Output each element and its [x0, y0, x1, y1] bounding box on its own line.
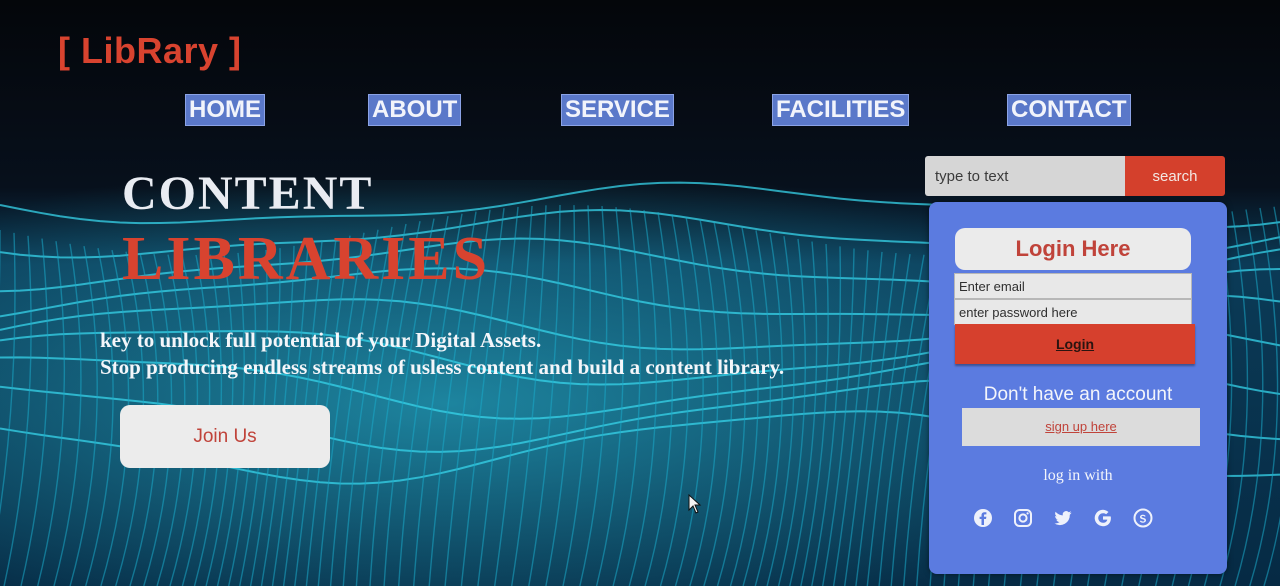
hero-tagline-line2: Stop producing endless streams of usless…	[100, 355, 785, 379]
mouse-cursor-icon	[688, 494, 702, 514]
nav-home[interactable]: HOME	[185, 94, 265, 126]
main-nav: HOME ABOUT SERVICE FACILITIES CONTACT	[0, 94, 1280, 126]
site-logo[interactable]: [ LibRary ]	[58, 30, 242, 72]
hero-title-line2: LIBRARIES	[122, 225, 491, 293]
hero-tagline-line1: key to unlock full potential of your Dig…	[100, 328, 542, 352]
login-with-text: log in with	[1043, 467, 1113, 484]
nav-facilities[interactable]: FACILITIES	[772, 94, 910, 126]
social-login-icons	[973, 508, 1193, 532]
login-heading: Login Here	[955, 228, 1191, 270]
instagram-icon[interactable]	[1013, 508, 1033, 528]
password-field[interactable]	[954, 299, 1192, 325]
twitter-icon[interactable]	[1053, 508, 1073, 528]
join-us-button[interactable]: Join Us	[120, 405, 330, 468]
signup-link[interactable]: sign up here	[1045, 419, 1117, 434]
login-panel: Login Here Login Don't have an account s…	[929, 202, 1227, 574]
facebook-icon[interactable]	[973, 508, 993, 528]
search-bar: search	[925, 156, 1225, 196]
nav-service[interactable]: SERVICE	[561, 94, 674, 126]
hero-title-line1: CONTENT	[122, 167, 374, 220]
nav-about[interactable]: ABOUT	[368, 94, 462, 126]
signup-box: sign up here	[962, 408, 1200, 446]
google-icon[interactable]	[1093, 508, 1113, 528]
search-input[interactable]	[925, 156, 1125, 196]
nav-contact[interactable]: CONTACT	[1007, 94, 1131, 126]
search-button[interactable]: search	[1125, 156, 1225, 196]
email-field[interactable]	[954, 273, 1192, 299]
login-button[interactable]: Login	[955, 324, 1195, 364]
skype-icon[interactable]	[1133, 508, 1153, 528]
no-account-text: Don't have an account	[983, 384, 1173, 405]
